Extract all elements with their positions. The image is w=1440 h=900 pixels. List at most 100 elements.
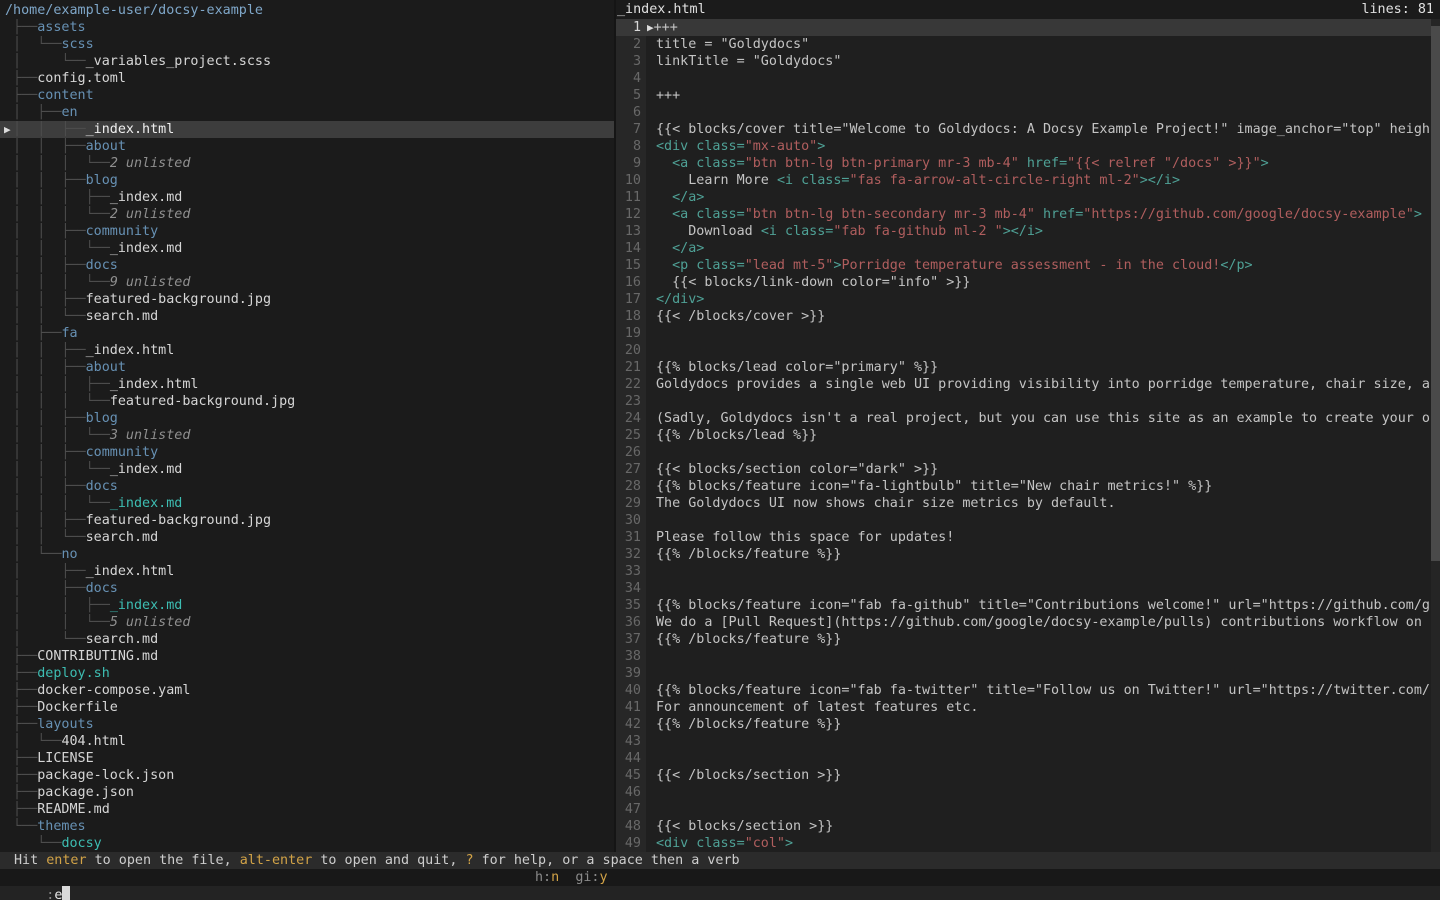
- tree-row-docs[interactable]: │ │ ├──docs: [0, 478, 614, 495]
- tree-row--index-md[interactable]: │ │ │ └──_index.md: [0, 461, 614, 478]
- tree-branch-lines: ├──: [5, 751, 37, 766]
- tree-row-search-md[interactable]: │ │ └──search.md: [0, 308, 614, 325]
- tree-row-2-unlisted[interactable]: │ │ │ └──2 unlisted: [0, 155, 614, 172]
- tree-root-path[interactable]: /home/example-user/docsy-example: [0, 2, 614, 19]
- tree-row-community[interactable]: │ │ ├──community: [0, 444, 614, 461]
- code-token: {{< blocks/section >}}: [656, 819, 833, 834]
- code-token: {{% /blocks/lead %}}: [656, 428, 817, 443]
- tree-entry-name: blog: [86, 411, 118, 426]
- tree-row-404-html[interactable]: │ └──404.html: [0, 733, 614, 750]
- tree-branch-lines: │ │ │ ├──: [5, 377, 110, 392]
- tree-branch-lines: ├──: [5, 785, 37, 800]
- tree-branch-lines: │ ├──: [5, 326, 61, 341]
- code-line-content: <div class="col">: [646, 835, 1440, 852]
- line-number: 47: [616, 801, 646, 818]
- code-line-content: [646, 580, 1440, 597]
- status-bar: Hit enter to open the file, alt-enter to…: [0, 852, 1440, 869]
- tree-row-about[interactable]: │ │ ├──about: [0, 138, 614, 155]
- tree-row--index-html[interactable]: │ │ │ ├──_index.html: [0, 376, 614, 393]
- code-line-content: [646, 648, 1440, 665]
- tree-row-package-json[interactable]: ├──package.json: [0, 784, 614, 801]
- tree-row-deploy-sh[interactable]: ├──deploy.sh: [0, 665, 614, 682]
- tree-row-search-md[interactable]: │ │ └──search.md: [0, 529, 614, 546]
- code-line-content: [646, 750, 1440, 767]
- code-line-43: 43: [616, 733, 1440, 750]
- tree-row-docsy[interactable]: └──docsy: [0, 835, 614, 852]
- tree-row-no[interactable]: │ └──no: [0, 546, 614, 563]
- line-number: 34: [616, 580, 646, 597]
- flag-value: n: [551, 870, 559, 885]
- code-token: [656, 207, 672, 222]
- tree-row-community[interactable]: │ │ ├──community: [0, 223, 614, 240]
- code-token: </a>: [672, 190, 704, 205]
- tree-row-about[interactable]: │ │ ├──about: [0, 359, 614, 376]
- tree-branch-lines: │ │ ├──: [5, 173, 86, 188]
- tree-entry-name: about: [86, 139, 126, 154]
- tree-row-package-lock-json[interactable]: ├──package-lock.json: [0, 767, 614, 784]
- code-token: "{{< relref "/docs" >}}": [1067, 156, 1260, 171]
- tree-row--index-html[interactable]: │ ├──_index.html: [0, 563, 614, 580]
- tree-row-fa[interactable]: │ ├──fa: [0, 325, 614, 342]
- line-number: 48: [616, 818, 646, 835]
- tree-row-docker-compose-yaml[interactable]: ├──docker-compose.yaml: [0, 682, 614, 699]
- tree-row-docs[interactable]: │ ├──docs: [0, 580, 614, 597]
- tree-row-readme-md[interactable]: ├──README.md: [0, 801, 614, 818]
- tree-row-license[interactable]: ├──LICENSE: [0, 750, 614, 767]
- tree-row--index-html[interactable]: ▶ │ │ ├──_index.html: [0, 121, 614, 138]
- tree-row--index-md[interactable]: │ │ │ └──_index.md: [0, 495, 614, 512]
- tree-entry-name: package.json: [37, 785, 134, 800]
- tree-row-scss[interactable]: │ └──scss: [0, 36, 614, 53]
- tree-row-3-unlisted[interactable]: │ │ │ └──3 unlisted: [0, 427, 614, 444]
- tree-entry-name: community: [86, 445, 159, 460]
- preview-scrollbar-track[interactable]: [1431, 19, 1440, 852]
- command-input[interactable]: e: [54, 888, 62, 900]
- tree-row-dockerfile[interactable]: ├──Dockerfile: [0, 699, 614, 716]
- tree-branch-lines: │ │ ├──: [5, 292, 86, 307]
- tree-row--variables-project-scss[interactable]: │ └──_variables_project.scss: [0, 53, 614, 70]
- tree-row-config-toml[interactable]: ├──config.toml: [0, 70, 614, 87]
- tree-row-blog[interactable]: │ │ ├──blog: [0, 410, 614, 427]
- tree-row--index-md[interactable]: │ │ │ ├──_index.md: [0, 189, 614, 206]
- tree-row-contributing-md[interactable]: ├──CONTRIBUTING.md: [0, 648, 614, 665]
- tree-row-featured-background-jpg[interactable]: │ │ │ └──featured-background.jpg: [0, 393, 614, 410]
- selected-row-arrow-icon: ▶: [4, 121, 11, 138]
- tree-row-content[interactable]: ├──content: [0, 87, 614, 104]
- preview-scrollbar-thumb[interactable]: [1431, 26, 1440, 561]
- tree-entry-name: about: [86, 360, 126, 375]
- code-token: "fab fa-github ml-2 ": [833, 224, 1002, 239]
- tree-entry-name: _index.html: [86, 122, 175, 137]
- tree-row-docs[interactable]: │ │ ├──docs: [0, 257, 614, 274]
- code-token: {{% blocks/feature icon="fa-lightbulb" t…: [656, 479, 1212, 494]
- tree-row-featured-background-jpg[interactable]: │ │ ├──featured-background.jpg: [0, 512, 614, 529]
- flag-label: gi:: [575, 870, 599, 885]
- code-token: [656, 241, 672, 256]
- tree-branch-lines: │ │ ├──: [5, 598, 110, 613]
- code-line-content: [646, 342, 1440, 359]
- tree-row-blog[interactable]: │ │ ├──blog: [0, 172, 614, 189]
- command-input-bar[interactable]: :e h:n gi:y: [0, 869, 1440, 886]
- tree-row--index-md[interactable]: │ │ │ └──_index.md: [0, 240, 614, 257]
- line-number: 23: [616, 393, 646, 410]
- tree-branch-lines: ├──: [5, 666, 37, 681]
- tree-row-assets[interactable]: ├──assets: [0, 19, 614, 36]
- tree-row--index-md[interactable]: │ │ ├──_index.md: [0, 597, 614, 614]
- tree-row-5-unlisted[interactable]: │ │ └──5 unlisted: [0, 614, 614, 631]
- tree-row--index-html[interactable]: │ │ ├──_index.html: [0, 342, 614, 359]
- tree-row-9-unlisted[interactable]: │ │ │ └──9 unlisted: [0, 274, 614, 291]
- tree-row-2-unlisted[interactable]: │ │ │ └──2 unlisted: [0, 206, 614, 223]
- tree-row-search-md[interactable]: │ └──search.md: [0, 631, 614, 648]
- code-token: Learn More: [656, 173, 777, 188]
- tree-branch-lines: ├──: [5, 88, 37, 103]
- code-line-content: {{% blocks/feature icon="fab fa-twitter"…: [646, 682, 1440, 699]
- preview-header: _index.html lines: 81: [616, 0, 1440, 19]
- tree-row-en[interactable]: │ ├──en: [0, 104, 614, 121]
- tree-row-layouts[interactable]: ├──layouts: [0, 716, 614, 733]
- code-line-content: Please follow this space for updates!: [646, 529, 1440, 546]
- tree-entry-name: LICENSE: [37, 751, 93, 766]
- tree-row-themes[interactable]: └──themes: [0, 818, 614, 835]
- tree-entry-name: _index.md: [110, 241, 183, 256]
- file-tree-panel: /home/example-user/docsy-example ├──asse…: [0, 0, 614, 852]
- tree-row-featured-background-jpg[interactable]: │ │ ├──featured-background.jpg: [0, 291, 614, 308]
- code-line-content: [646, 665, 1440, 682]
- code-line-35: 35{{% blocks/feature icon="fab fa-github…: [616, 597, 1440, 614]
